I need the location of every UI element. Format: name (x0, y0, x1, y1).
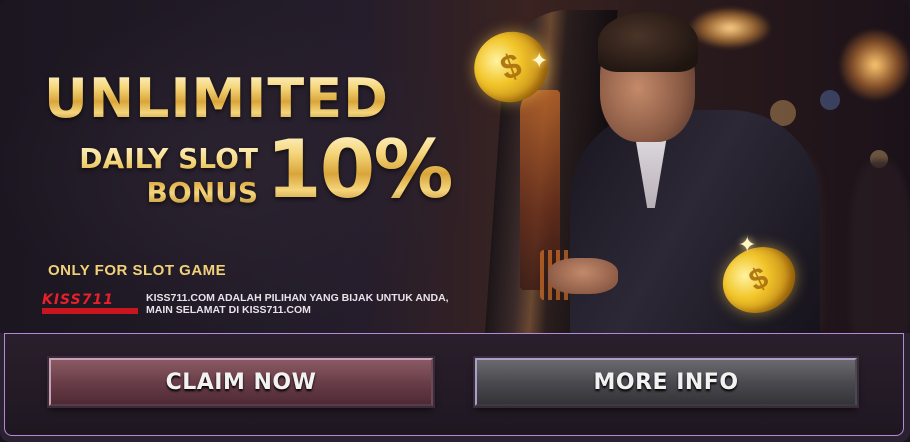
sparkle-icon: ✦ (530, 48, 549, 73)
player-hand (548, 258, 618, 294)
tagline-line2: MAIN SELAMAT DI KISS711.COM (146, 304, 311, 316)
brand-tagline: KISS711.COM ADALAH PILIHAN YANG BIJAK UN… (146, 292, 449, 316)
logo-underline (42, 308, 138, 314)
eligibility-note: ONLY FOR SLOT GAME (48, 262, 227, 279)
promo-headline: UNLIMITED (44, 67, 389, 130)
tagline-line1: KISS711.COM ADALAH PILIHAN YANG BIJAK UN… (146, 292, 449, 304)
sparkle-icon: ✦ (738, 232, 757, 257)
promo-banner: $ $ ✦ ✦ UNLIMITED DAILY SLOT BONUS 10% O… (0, 0, 910, 333)
kiss711-logo: KISS711 (42, 292, 140, 314)
chandelier-light (840, 30, 910, 100)
chandelier-light (690, 8, 770, 48)
promo-subline-line1: DAILY SLOT (79, 142, 258, 175)
promo-subline: DAILY SLOT BONUS (48, 142, 258, 210)
more-info-button[interactable]: MORE INFO (475, 358, 857, 406)
background-person (850, 160, 910, 333)
action-bar: CLAIM NOW MORE INFO (4, 333, 904, 436)
promo-card: $ $ ✦ ✦ UNLIMITED DAILY SLOT BONUS 10% O… (0, 0, 910, 442)
player-hair (598, 12, 698, 72)
bonus-percent: 10% (266, 123, 453, 216)
bokeh-light (820, 90, 840, 110)
claim-now-button[interactable]: CLAIM NOW (49, 358, 433, 406)
promo-subline-line2: BONUS (146, 176, 258, 209)
logo-wordmark: KISS711 (42, 292, 114, 308)
